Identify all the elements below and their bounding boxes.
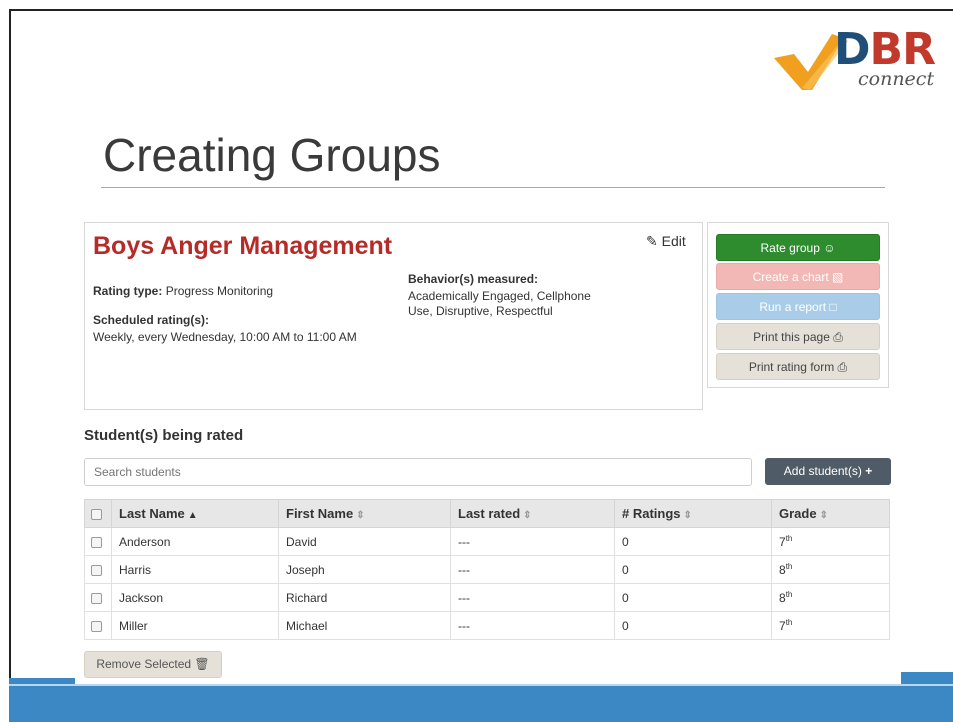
sort-icon: ⇕ [356,510,365,521]
cell-last-name: Harris [111,555,279,584]
select-all-checkbox-cell[interactable] [84,499,112,528]
edit-link[interactable]: ✎ Edit [646,233,686,250]
scheduled-label: Scheduled rating(s): [93,313,210,327]
sort-icon: ⇕ [819,510,828,521]
add-students-label: Add student(s) [783,464,862,478]
row-checkbox[interactable] [91,592,102,604]
rate-group-button[interactable]: Rate group ☺ [716,234,880,261]
cell-last-name: Miller [111,611,279,640]
behaviors-value: Academically Engaged, Cellphone Use, Dis… [408,289,591,318]
col-last-rated-label: Last rated [458,506,521,521]
col-num-ratings[interactable]: # Ratings ⇕ [614,499,772,528]
bar-chart-icon: ▧ [832,270,844,284]
remove-selected-button[interactable]: Remove Selected 🗑 [84,651,222,678]
remove-selected-label: Remove Selected [96,657,192,671]
smiley-icon: ☺ [823,241,836,255]
edit-label: Edit [661,233,686,249]
printer-icon: ⎙ [833,330,843,344]
footer-highlight [9,684,953,686]
col-num-ratings-label: # Ratings [622,506,681,521]
sort-icon: ⇕ [523,510,532,521]
table-row: Harris Joseph --- 0 8th [84,555,890,584]
footer-bar [9,686,953,722]
col-grade[interactable]: Grade ⇕ [771,499,890,528]
table-row: Miller Michael --- 0 7th [84,611,890,640]
row-checkbox[interactable] [91,536,102,548]
grade-number: 8 [779,563,786,577]
cell-last-rated: --- [450,583,615,612]
select-all-checkbox[interactable] [91,509,102,521]
row-checkbox-cell[interactable] [84,611,112,640]
grade-number: 8 [779,591,786,605]
cell-last-name: Jackson [111,583,279,612]
grade-suffix: th [785,618,793,627]
rate-group-label: Rate group [760,241,820,255]
print-rating-form-button[interactable]: Print rating form ⎙ [716,353,880,380]
rating-type-label: Rating type: [93,284,163,298]
row-checkbox-cell[interactable] [84,583,112,612]
grade-number: 7 [779,619,786,633]
cell-first-name: David [278,527,451,556]
title-divider [101,187,885,188]
cell-grade: 7th [771,527,890,556]
create-chart-label: Create a chart [752,270,829,284]
row-checkbox-cell[interactable] [84,527,112,556]
trash-icon: 🗑 [194,657,210,671]
group-name: Boys Anger Management [93,232,393,260]
sort-asc-icon: ▲ [187,510,198,521]
students-heading: Student(s) being rated [84,427,244,444]
logo-subtitle: connect [858,68,935,90]
create-chart-button[interactable]: Create a chart ▧ [716,263,880,290]
table-row: Anderson David --- 0 7th [84,527,890,556]
grade-suffix: th [785,534,793,543]
scheduled-value: Weekly, every Wednesday, 10:00 AM to 11:… [93,330,357,344]
table-row: Jackson Richard --- 0 8th [84,583,890,612]
rating-type: Rating type: Progress Monitoring [93,284,273,298]
cell-first-name: Joseph [278,555,451,584]
cell-num-ratings: 0 [614,555,772,584]
run-report-button[interactable]: Run a report □ [716,293,880,320]
document-icon: □ [829,300,837,314]
col-last-name-label: Last Name [119,506,185,521]
row-checkbox[interactable] [91,564,102,576]
row-checkbox[interactable] [91,620,102,632]
print-page-button[interactable]: Print this page ⎙ [716,323,880,350]
cell-last-name: Anderson [111,527,279,556]
print-page-label: Print this page [753,330,830,344]
rating-type-value: Progress Monitoring [165,284,274,298]
grade-suffix: th [785,590,793,599]
search-students-input[interactable] [84,458,752,486]
grade-suffix: th [785,562,793,571]
plus-icon: + [865,464,873,478]
cell-last-rated: --- [450,527,615,556]
cell-grade: 8th [771,583,890,612]
col-first-name[interactable]: First Name ⇕ [278,499,451,528]
col-first-name-label: First Name [286,506,354,521]
cell-grade: 8th [771,555,890,584]
cell-num-ratings: 0 [614,583,772,612]
print-form-label: Print rating form [748,360,835,374]
add-students-button[interactable]: Add student(s) + [765,458,891,485]
cell-num-ratings: 0 [614,611,772,640]
pencil-icon: ✎ [646,233,658,249]
cell-num-ratings: 0 [614,527,772,556]
printer-icon: ⎙ [837,360,848,374]
col-grade-label: Grade [779,506,817,521]
cell-first-name: Richard [278,583,451,612]
students-table: Last Name ▲ First Name ⇕ Last rated ⇕ # Rat… [84,499,890,640]
grade-number: 7 [779,535,786,549]
cell-last-rated: --- [450,555,615,584]
row-checkbox-cell[interactable] [84,555,112,584]
behaviors-label: Behavior(s) measured: [408,272,539,286]
slide-title: Creating Groups [103,129,441,181]
sort-icon: ⇕ [683,510,692,521]
cell-first-name: Michael [278,611,451,640]
table-header-row: Last Name ▲ First Name ⇕ Last rated ⇕ # Rat… [84,499,890,528]
cell-grade: 7th [771,611,890,640]
cell-last-rated: --- [450,611,615,640]
col-last-rated[interactable]: Last rated ⇕ [450,499,615,528]
col-last-name[interactable]: Last Name ▲ [111,499,279,528]
run-report-label: Run a report [759,300,827,314]
